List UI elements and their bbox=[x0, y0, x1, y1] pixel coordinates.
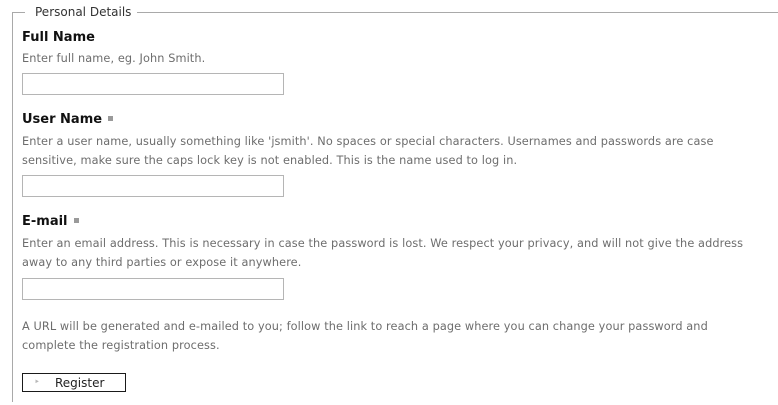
required-marker-icon bbox=[73, 218, 79, 223]
user-name-label-text: User Name bbox=[22, 112, 103, 127]
full-name-label: Full Name bbox=[22, 30, 95, 46]
fieldset-legend: Personal Details bbox=[25, 4, 138, 20]
user-name-input[interactable] bbox=[22, 175, 284, 197]
user-name-label: User Name bbox=[22, 112, 114, 128]
email-input[interactable] bbox=[22, 278, 284, 300]
full-name-label-text: Full Name bbox=[22, 30, 95, 45]
user-name-help: Enter a user name, usually something lik… bbox=[22, 135, 714, 167]
register-button-label: Register bbox=[55, 375, 105, 390]
register-button[interactable]: ‣ Register bbox=[22, 373, 126, 392]
email-label: E-mail bbox=[22, 214, 79, 230]
registration-note: A URL will be generated and e-mailed to … bbox=[22, 320, 708, 352]
email-label-text: E-mail bbox=[22, 214, 68, 229]
full-name-help: Enter full name, eg. John Smith. bbox=[22, 52, 206, 65]
full-name-input[interactable] bbox=[22, 73, 284, 95]
email-help: Enter an email address. This is necessar… bbox=[22, 237, 744, 269]
arrow-right-icon: ‣ bbox=[34, 376, 40, 388]
required-marker-icon bbox=[108, 116, 114, 121]
